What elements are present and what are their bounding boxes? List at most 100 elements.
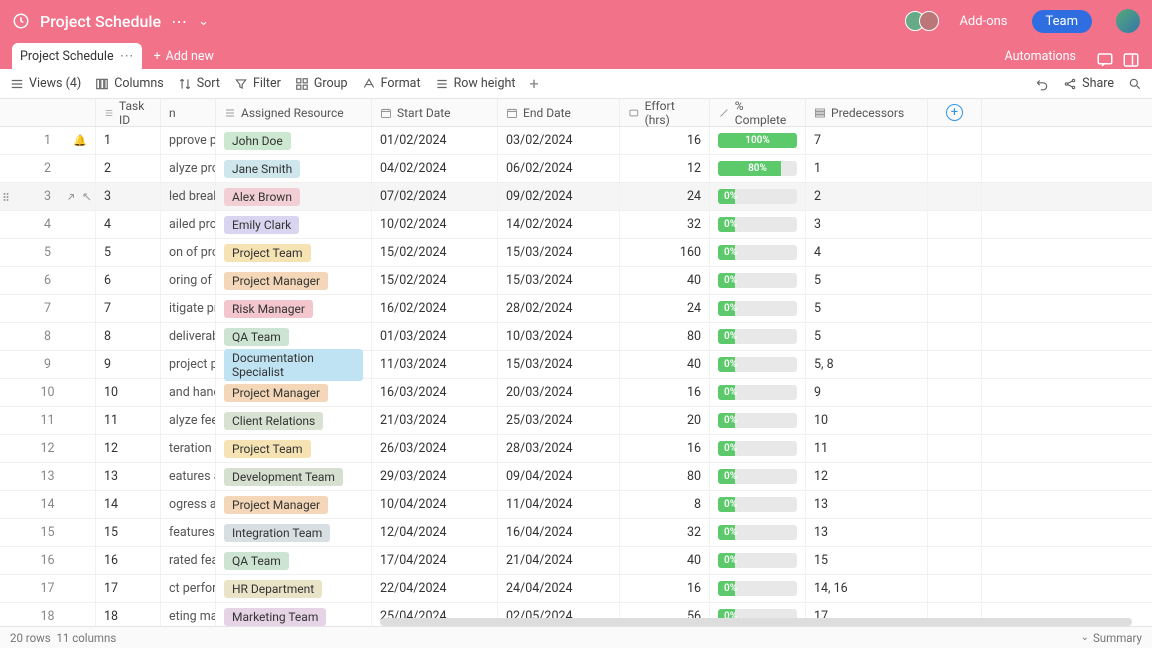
sort-button[interactable]: Sort [178,76,220,91]
effort-cell[interactable]: 32 [620,211,710,238]
predecessors-cell[interactable]: 9 [806,379,928,406]
predecessors-cell[interactable]: 5 [806,323,928,350]
task-name-cell[interactable]: alyze feed [161,407,216,434]
task-id-cell[interactable]: 1 [96,127,161,154]
table-row[interactable]: 66oring of prProject Manager15/02/202415… [0,267,1152,295]
task-id-cell[interactable]: 12 [96,435,161,462]
col-task-name-truncated[interactable]: n [161,99,216,126]
start-date-cell[interactable]: 16/02/2024 [372,295,498,322]
assigned-resource-cell[interactable]: QA Team [216,323,372,350]
avatar[interactable] [919,11,939,31]
filter-button[interactable]: Filter [234,76,281,91]
task-name-cell[interactable]: oring of pr [161,267,216,294]
effort-cell[interactable]: 16 [620,435,710,462]
page-title[interactable]: Project Schedule [40,12,161,31]
start-date-cell[interactable]: 22/04/2024 [372,575,498,602]
row-number-cell[interactable]: 18 [0,603,96,626]
assigned-resource-cell[interactable]: QA Team [216,547,372,574]
col-start-date[interactable]: Start Date [372,99,498,126]
start-date-cell[interactable]: 16/03/2024 [372,379,498,406]
table-row[interactable]: 55on of projeProject Team15/02/202415/03… [0,239,1152,267]
task-id-cell[interactable]: 13 [96,463,161,490]
row-number-cell[interactable]: 16 [0,547,96,574]
col-effort[interactable]: Effort (hrs) [620,99,710,126]
row-number-cell[interactable]: 8 [0,323,96,350]
row-number-cell[interactable]: 15 [0,519,96,546]
tab-project-schedule[interactable]: Project Schedule ⋯ [12,43,142,69]
effort-cell[interactable]: 80 [620,463,710,490]
task-name-cell[interactable]: pprove pro [161,127,216,154]
assigned-resource-cell[interactable]: Development Team [216,463,372,490]
row-number-cell[interactable]: 3 [0,183,96,210]
effort-cell[interactable]: 8 [620,491,710,518]
percent-complete-cell[interactable]: 0% [710,183,806,210]
end-date-cell[interactable]: 24/04/2024 [498,575,620,602]
end-date-cell[interactable]: 09/04/2024 [498,463,620,490]
task-id-cell[interactable]: 16 [96,547,161,574]
assigned-resource-cell[interactable]: Project Team [216,239,372,266]
end-date-cell[interactable]: 11/04/2024 [498,491,620,518]
table-row[interactable]: 99project proDocumentation Specialist11/… [0,351,1152,379]
end-date-cell[interactable]: 15/03/2024 [498,351,620,378]
table-row[interactable]: 88deliverablQA Team01/03/202410/03/20248… [0,323,1152,351]
percent-complete-cell[interactable]: 100% [710,127,806,154]
format-button[interactable]: Format [362,76,421,91]
effort-cell[interactable]: 24 [620,183,710,210]
task-id-cell[interactable]: 6 [96,267,161,294]
effort-cell[interactable]: 16 [620,575,710,602]
task-name-cell[interactable]: deliverabl [161,323,216,350]
effort-cell[interactable]: 40 [620,351,710,378]
col-task-id[interactable]: Task ID [96,99,161,126]
start-date-cell[interactable]: 11/03/2024 [372,351,498,378]
task-id-cell[interactable]: 5 [96,239,161,266]
start-date-cell[interactable]: 15/02/2024 [372,267,498,294]
predecessors-cell[interactable]: 15 [806,547,928,574]
table-row[interactable]: 1414ogress andProject Manager10/04/20241… [0,491,1152,519]
task-name-cell[interactable]: eatures as [161,463,216,490]
assigned-resource-cell[interactable]: Project Manager [216,379,372,406]
percent-complete-cell[interactable]: 0% [710,547,806,574]
user-avatar[interactable] [1116,9,1140,33]
start-date-cell[interactable]: 10/02/2024 [372,211,498,238]
effort-cell[interactable]: 20 [620,407,710,434]
task-name-cell[interactable]: rated featu [161,547,216,574]
effort-cell[interactable]: 40 [620,267,710,294]
table-row[interactable]: 1515features inIntegration Team12/04/202… [0,519,1152,547]
start-date-cell[interactable]: 12/04/2024 [372,519,498,546]
effort-cell[interactable]: 32 [620,519,710,546]
end-date-cell[interactable]: 28/02/2024 [498,295,620,322]
start-date-cell[interactable]: 15/02/2024 [372,239,498,266]
start-date-cell[interactable]: 10/04/2024 [372,491,498,518]
percent-complete-cell[interactable]: 80% [710,155,806,182]
assigned-resource-cell[interactable]: Project Manager [216,267,372,294]
predecessors-cell[interactable]: 1 [806,155,928,182]
task-id-cell[interactable]: 7 [96,295,161,322]
task-name-cell[interactable]: ailed proje [161,211,216,238]
group-button[interactable]: Group [295,76,348,91]
start-date-cell[interactable]: 26/03/2024 [372,435,498,462]
percent-complete-cell[interactable]: 0% [710,323,806,350]
panel-icon[interactable] [1122,51,1140,69]
end-date-cell[interactable]: 15/03/2024 [498,239,620,266]
assigned-resource-cell[interactable]: Integration Team [216,519,372,546]
effort-cell[interactable]: 40 [620,547,710,574]
assigned-resource-cell[interactable]: HR Department [216,575,372,602]
task-id-cell[interactable]: 9 [96,351,161,378]
columns-button[interactable]: Columns [95,76,164,91]
undo-icon[interactable] [1035,77,1049,91]
predecessors-cell[interactable]: 5 [806,295,928,322]
effort-cell[interactable]: 160 [620,239,710,266]
start-date-cell[interactable]: 29/03/2024 [372,463,498,490]
start-date-cell[interactable]: 07/02/2024 [372,183,498,210]
assigned-resource-cell[interactable]: Jane Smith [216,155,372,182]
task-name-cell[interactable]: ogress and [161,491,216,518]
row-number-cell[interactable]: 1🔔 [0,127,96,154]
search-icon[interactable] [1128,77,1142,91]
start-date-cell[interactable]: 21/03/2024 [372,407,498,434]
end-date-cell[interactable]: 28/03/2024 [498,435,620,462]
views-button[interactable]: Views (4) [10,76,81,91]
start-date-cell[interactable]: 01/03/2024 [372,323,498,350]
col-assigned-resource[interactable]: Assigned Resource [216,99,372,126]
row-number-cell[interactable]: 17 [0,575,96,602]
table-row[interactable]: 1🔔1pprove proJohn Doe01/02/202403/02/202… [0,127,1152,155]
